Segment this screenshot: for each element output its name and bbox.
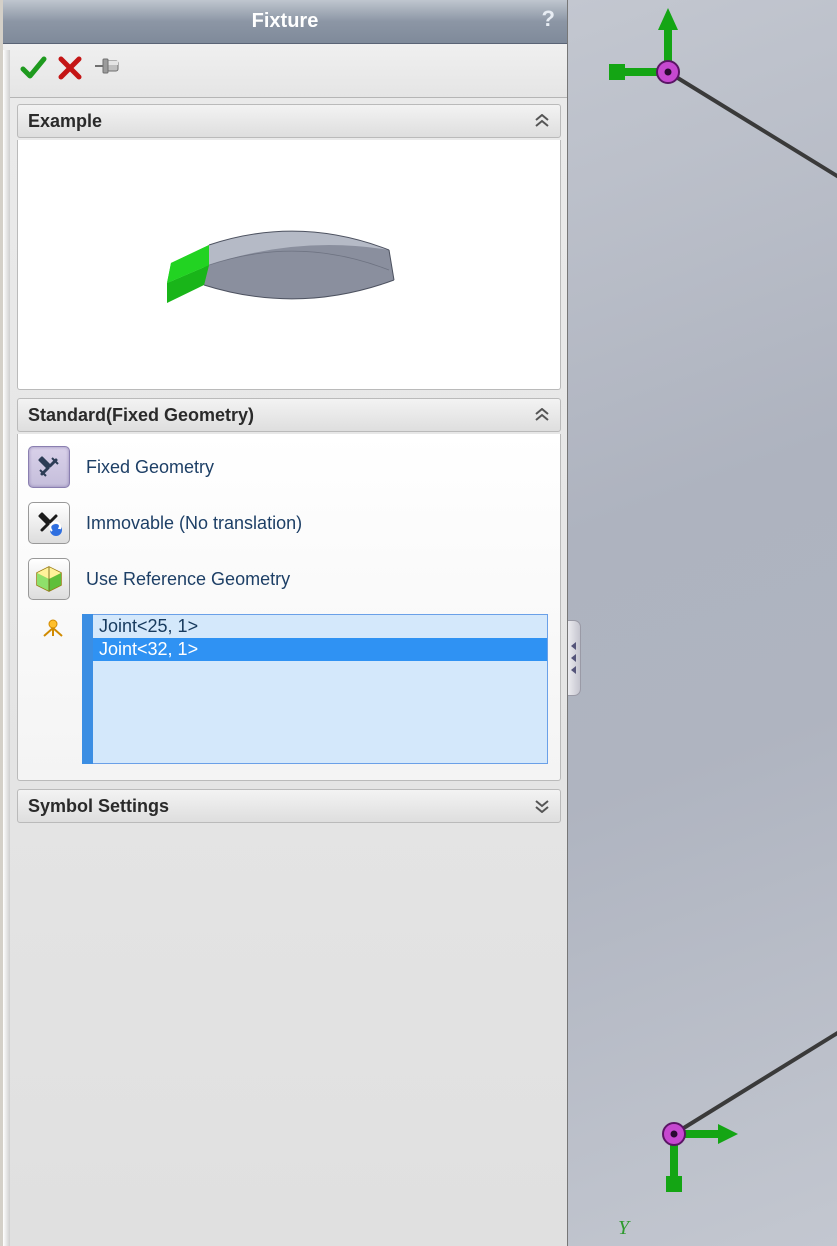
section-title-symbol: Symbol Settings bbox=[28, 796, 169, 817]
option-immovable[interactable]: Immovable (No translation) bbox=[26, 502, 552, 544]
graphics-viewport[interactable]: Y bbox=[568, 0, 837, 1246]
joint-triad-top bbox=[568, 0, 837, 230]
section-header-symbol-settings[interactable]: Symbol Settings bbox=[17, 789, 561, 823]
selection-listbox[interactable]: Joint<25, 1> Joint<32, 1> bbox=[92, 614, 548, 764]
section-header-example[interactable]: Example bbox=[17, 104, 561, 138]
panel-titlebar: Fixture ? bbox=[3, 0, 567, 44]
ok-button[interactable] bbox=[19, 54, 47, 87]
fixture-property-panel: Fixture ? bbox=[0, 0, 568, 1246]
section-header-standard[interactable]: Standard(Fixed Geometry) bbox=[17, 398, 561, 432]
axis-label-y: Y bbox=[618, 1217, 629, 1240]
expand-icon bbox=[534, 799, 550, 813]
panel-toolbar bbox=[3, 44, 567, 98]
help-button[interactable]: ? bbox=[542, 6, 555, 32]
joint-icon bbox=[32, 614, 74, 764]
option-reference-geometry[interactable]: Use Reference Geometry bbox=[26, 558, 552, 600]
panel-title: Fixture bbox=[252, 10, 319, 33]
option-fixed-geometry[interactable]: Fixed Geometry bbox=[26, 446, 552, 488]
panel-body: Example bbox=[3, 98, 567, 1246]
immovable-icon[interactable] bbox=[28, 502, 70, 544]
example-preview bbox=[17, 140, 561, 390]
section-title-standard: Standard(Fixed Geometry) bbox=[28, 405, 254, 426]
pin-button[interactable] bbox=[93, 57, 123, 84]
selection-handle[interactable] bbox=[82, 614, 93, 764]
option-label: Immovable (No translation) bbox=[86, 513, 302, 534]
section-title-example: Example bbox=[28, 111, 102, 132]
panel-edge bbox=[3, 50, 10, 1246]
cancel-button[interactable] bbox=[57, 55, 83, 86]
selection-item[interactable]: Joint<25, 1> bbox=[93, 615, 547, 638]
option-label: Fixed Geometry bbox=[86, 457, 214, 478]
reference-geometry-icon[interactable] bbox=[28, 558, 70, 600]
collapse-icon bbox=[534, 114, 550, 128]
flyout-tab[interactable] bbox=[568, 620, 581, 696]
selection-row: Joint<25, 1> Joint<32, 1> bbox=[26, 614, 552, 764]
joint-triad-bottom bbox=[568, 976, 837, 1216]
standard-section-body: Fixed Geometry Immovable (No translation… bbox=[17, 434, 561, 781]
fixed-geometry-icon[interactable] bbox=[28, 446, 70, 488]
option-label: Use Reference Geometry bbox=[86, 569, 290, 590]
collapse-icon bbox=[534, 408, 550, 422]
selection-item[interactable]: Joint<32, 1> bbox=[93, 638, 547, 661]
